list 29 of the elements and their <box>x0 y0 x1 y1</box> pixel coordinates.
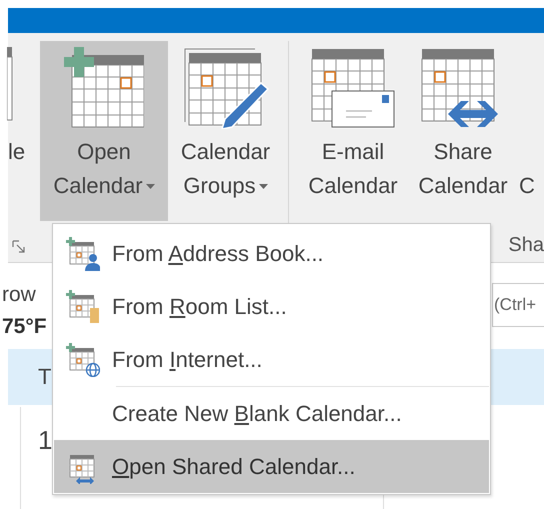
menu-item[interactable]: From Room List... <box>54 280 489 333</box>
ribbon-button[interactable]: Calendar Groups <box>168 41 283 221</box>
calendar-envelope-icon <box>310 47 396 129</box>
dialog-launcher-icon[interactable] <box>12 240 26 254</box>
menu-item-label: Create New Blank Calendar... <box>112 400 402 426</box>
calendar-person-icon <box>66 236 100 270</box>
ribbon-button[interactable]: E-mail Calendar <box>297 41 409 221</box>
calendar-add-icon <box>64 47 144 129</box>
search-field[interactable]: (Ctrl+ <box>492 283 544 327</box>
menu-item[interactable]: From Address Book... <box>54 227 489 280</box>
menu-item[interactable]: From Internet... <box>54 333 489 386</box>
menu-item-label: Open Shared Calendar... <box>112 454 356 480</box>
row-text: T <box>38 364 52 390</box>
ribbon-button[interactable]: Share Calendar <box>409 41 517 221</box>
calendar-door-icon <box>66 290 100 324</box>
day-number: 1 <box>38 425 52 456</box>
menu-item[interactable]: Create New Blank Calendar... <box>54 387 489 440</box>
ribbon-button[interactable]: C <box>517 41 537 221</box>
temperature-text: 75°F <box>2 314 47 340</box>
group-label: Sha <box>508 234 544 257</box>
ribbon-button[interactable]: le <box>8 41 40 221</box>
calendar-pencil-icon <box>182 47 268 129</box>
menu-item-label: From Internet... <box>112 346 262 372</box>
calendar-globe-icon <box>66 342 100 376</box>
ribbon-button[interactable]: Open Calendar <box>40 41 168 221</box>
menu-item-label: From Address Book... <box>112 240 324 266</box>
menu-item-label: From Room List... <box>112 294 287 320</box>
menu-item[interactable]: Open Shared Calendar... <box>54 440 489 493</box>
weather-text: row <box>2 282 37 308</box>
